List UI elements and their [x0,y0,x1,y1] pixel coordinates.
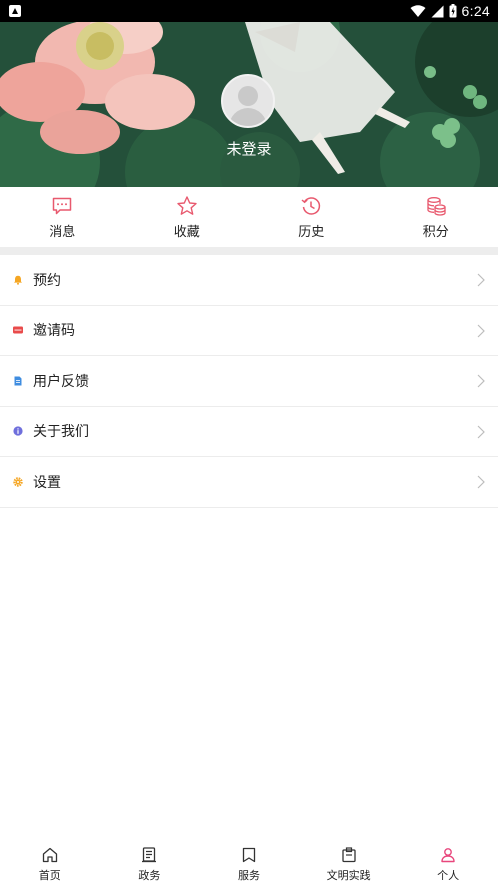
quick-actions: 消息 收藏 历史 积分 [0,187,498,247]
tab-home[interactable]: 首页 [0,838,100,886]
status-indicators: 6:24 [410,2,490,20]
info-icon [13,426,23,436]
tab-label: 政务 [138,869,161,882]
menu-item-label: 设置 [33,474,61,491]
tab-label: 首页 [38,869,61,882]
quick-action-favorites[interactable]: 收藏 [125,187,250,247]
clipboard-icon [341,847,356,863]
menu-item-label: 用户反馈 [33,373,89,390]
quick-action-history[interactable]: 历史 [249,187,374,247]
ticket-icon [13,325,23,335]
chevron-right-icon [477,475,485,489]
tab-label: 个人 [437,869,460,882]
tab-label: 服务 [237,869,260,882]
bottom-nav: 首页 政务 服务 文明实践 个人 [0,838,498,886]
quick-action-label: 收藏 [173,225,200,240]
login-status-text[interactable]: 未登录 [0,138,498,159]
home-icon [42,847,57,863]
tab-label: 文明实践 [326,869,371,882]
chevron-right-icon [477,324,485,337]
status-bar: 6:24 [0,0,498,22]
bell-icon [13,275,23,285]
status-time: 6:24 [461,3,490,19]
gear-icon [13,477,23,487]
menu-item-label: 预约 [33,272,61,289]
news-icon [142,847,157,863]
history-icon [301,197,321,215]
menu-item-settings[interactable]: 设置 [0,457,498,508]
chevron-right-icon [477,273,485,287]
tab-civilization-practice[interactable]: 文明实践 [299,838,399,886]
message-icon [53,197,72,215]
quick-action-label: 消息 [49,225,76,240]
document-icon [13,376,23,386]
bookmark-icon [242,847,256,863]
menu-item-feedback[interactable]: 用户反馈 [0,356,498,407]
avatar[interactable] [221,74,275,128]
menu-item-reservation[interactable]: 预约 [0,255,498,306]
section-divider [0,247,498,255]
star-icon [177,196,197,215]
avatar-body-shape [229,108,267,126]
quick-action-points[interactable]: 积分 [374,187,498,247]
quick-action-label: 积分 [422,225,449,240]
profile-header: 未登录 [0,22,498,187]
chevron-right-icon [477,425,485,438]
menu-item-invite-code[interactable]: 邀请码 [0,306,498,356]
quick-action-label: 历史 [298,225,325,240]
menu-item-about-us[interactable]: 关于我们 [0,407,498,457]
menu-item-label: 邀请码 [33,323,75,340]
menu-item-label: 关于我们 [33,424,89,441]
settings-menu: 预约 邀请码 用户反馈 关于我们 设置 [0,255,498,508]
wifi-icon [410,4,426,17]
battery-icon [449,4,457,18]
person-icon [441,848,455,863]
tab-government[interactable]: 政务 [100,838,200,886]
chevron-right-icon [477,374,485,388]
tab-personal[interactable]: 个人 [398,838,498,886]
points-icon [427,197,446,216]
quick-action-messages[interactable]: 消息 [0,187,125,247]
signal-icon [431,5,444,17]
app-notification-icon [9,5,21,17]
avatar-head-shape [238,86,258,106]
tab-services[interactable]: 服务 [199,838,299,886]
